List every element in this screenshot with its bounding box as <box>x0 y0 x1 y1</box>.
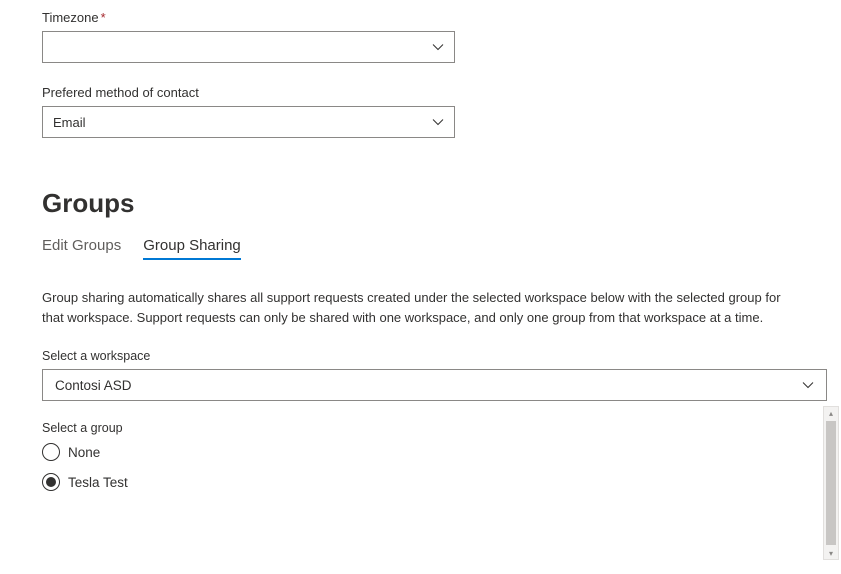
timezone-label: Timezone* <box>42 10 801 25</box>
chevron-down-icon <box>432 41 444 53</box>
scrollbar-thumb[interactable] <box>826 421 836 545</box>
scroll-down-arrow-icon[interactable]: ▾ <box>824 547 838 559</box>
scroll-up-arrow-icon[interactable]: ▴ <box>824 407 838 419</box>
group-option-tesla[interactable]: Tesla Test <box>42 473 801 491</box>
contact-method-value: Email <box>53 115 432 130</box>
tab-edit-groups[interactable]: Edit Groups <box>42 237 121 260</box>
timezone-select[interactable] <box>42 31 455 63</box>
group-option-none-label: None <box>68 445 100 460</box>
chevron-down-icon <box>802 379 814 391</box>
group-option-tesla-label: Tesla Test <box>68 475 128 490</box>
required-indicator: * <box>101 10 106 25</box>
workspace-label: Select a workspace <box>42 349 801 363</box>
radio-icon <box>42 473 60 491</box>
contact-method-label: Prefered method of contact <box>42 85 801 100</box>
workspace-value: Contosi ASD <box>55 378 802 393</box>
sharing-description: Group sharing automatically shares all s… <box>42 288 801 327</box>
group-label: Select a group <box>42 421 801 435</box>
radio-icon <box>42 443 60 461</box>
groups-heading: Groups <box>42 188 801 219</box>
vertical-scrollbar[interactable]: ▴ ▾ <box>823 406 839 560</box>
group-tabs: Edit Groups Group Sharing <box>42 237 801 260</box>
workspace-select[interactable]: Contosi ASD <box>42 369 827 401</box>
group-option-none[interactable]: None <box>42 443 801 461</box>
group-radio-group: None Tesla Test <box>42 443 801 491</box>
contact-method-select[interactable]: Email <box>42 106 455 138</box>
tab-group-sharing[interactable]: Group Sharing <box>143 237 241 260</box>
chevron-down-icon <box>432 116 444 128</box>
